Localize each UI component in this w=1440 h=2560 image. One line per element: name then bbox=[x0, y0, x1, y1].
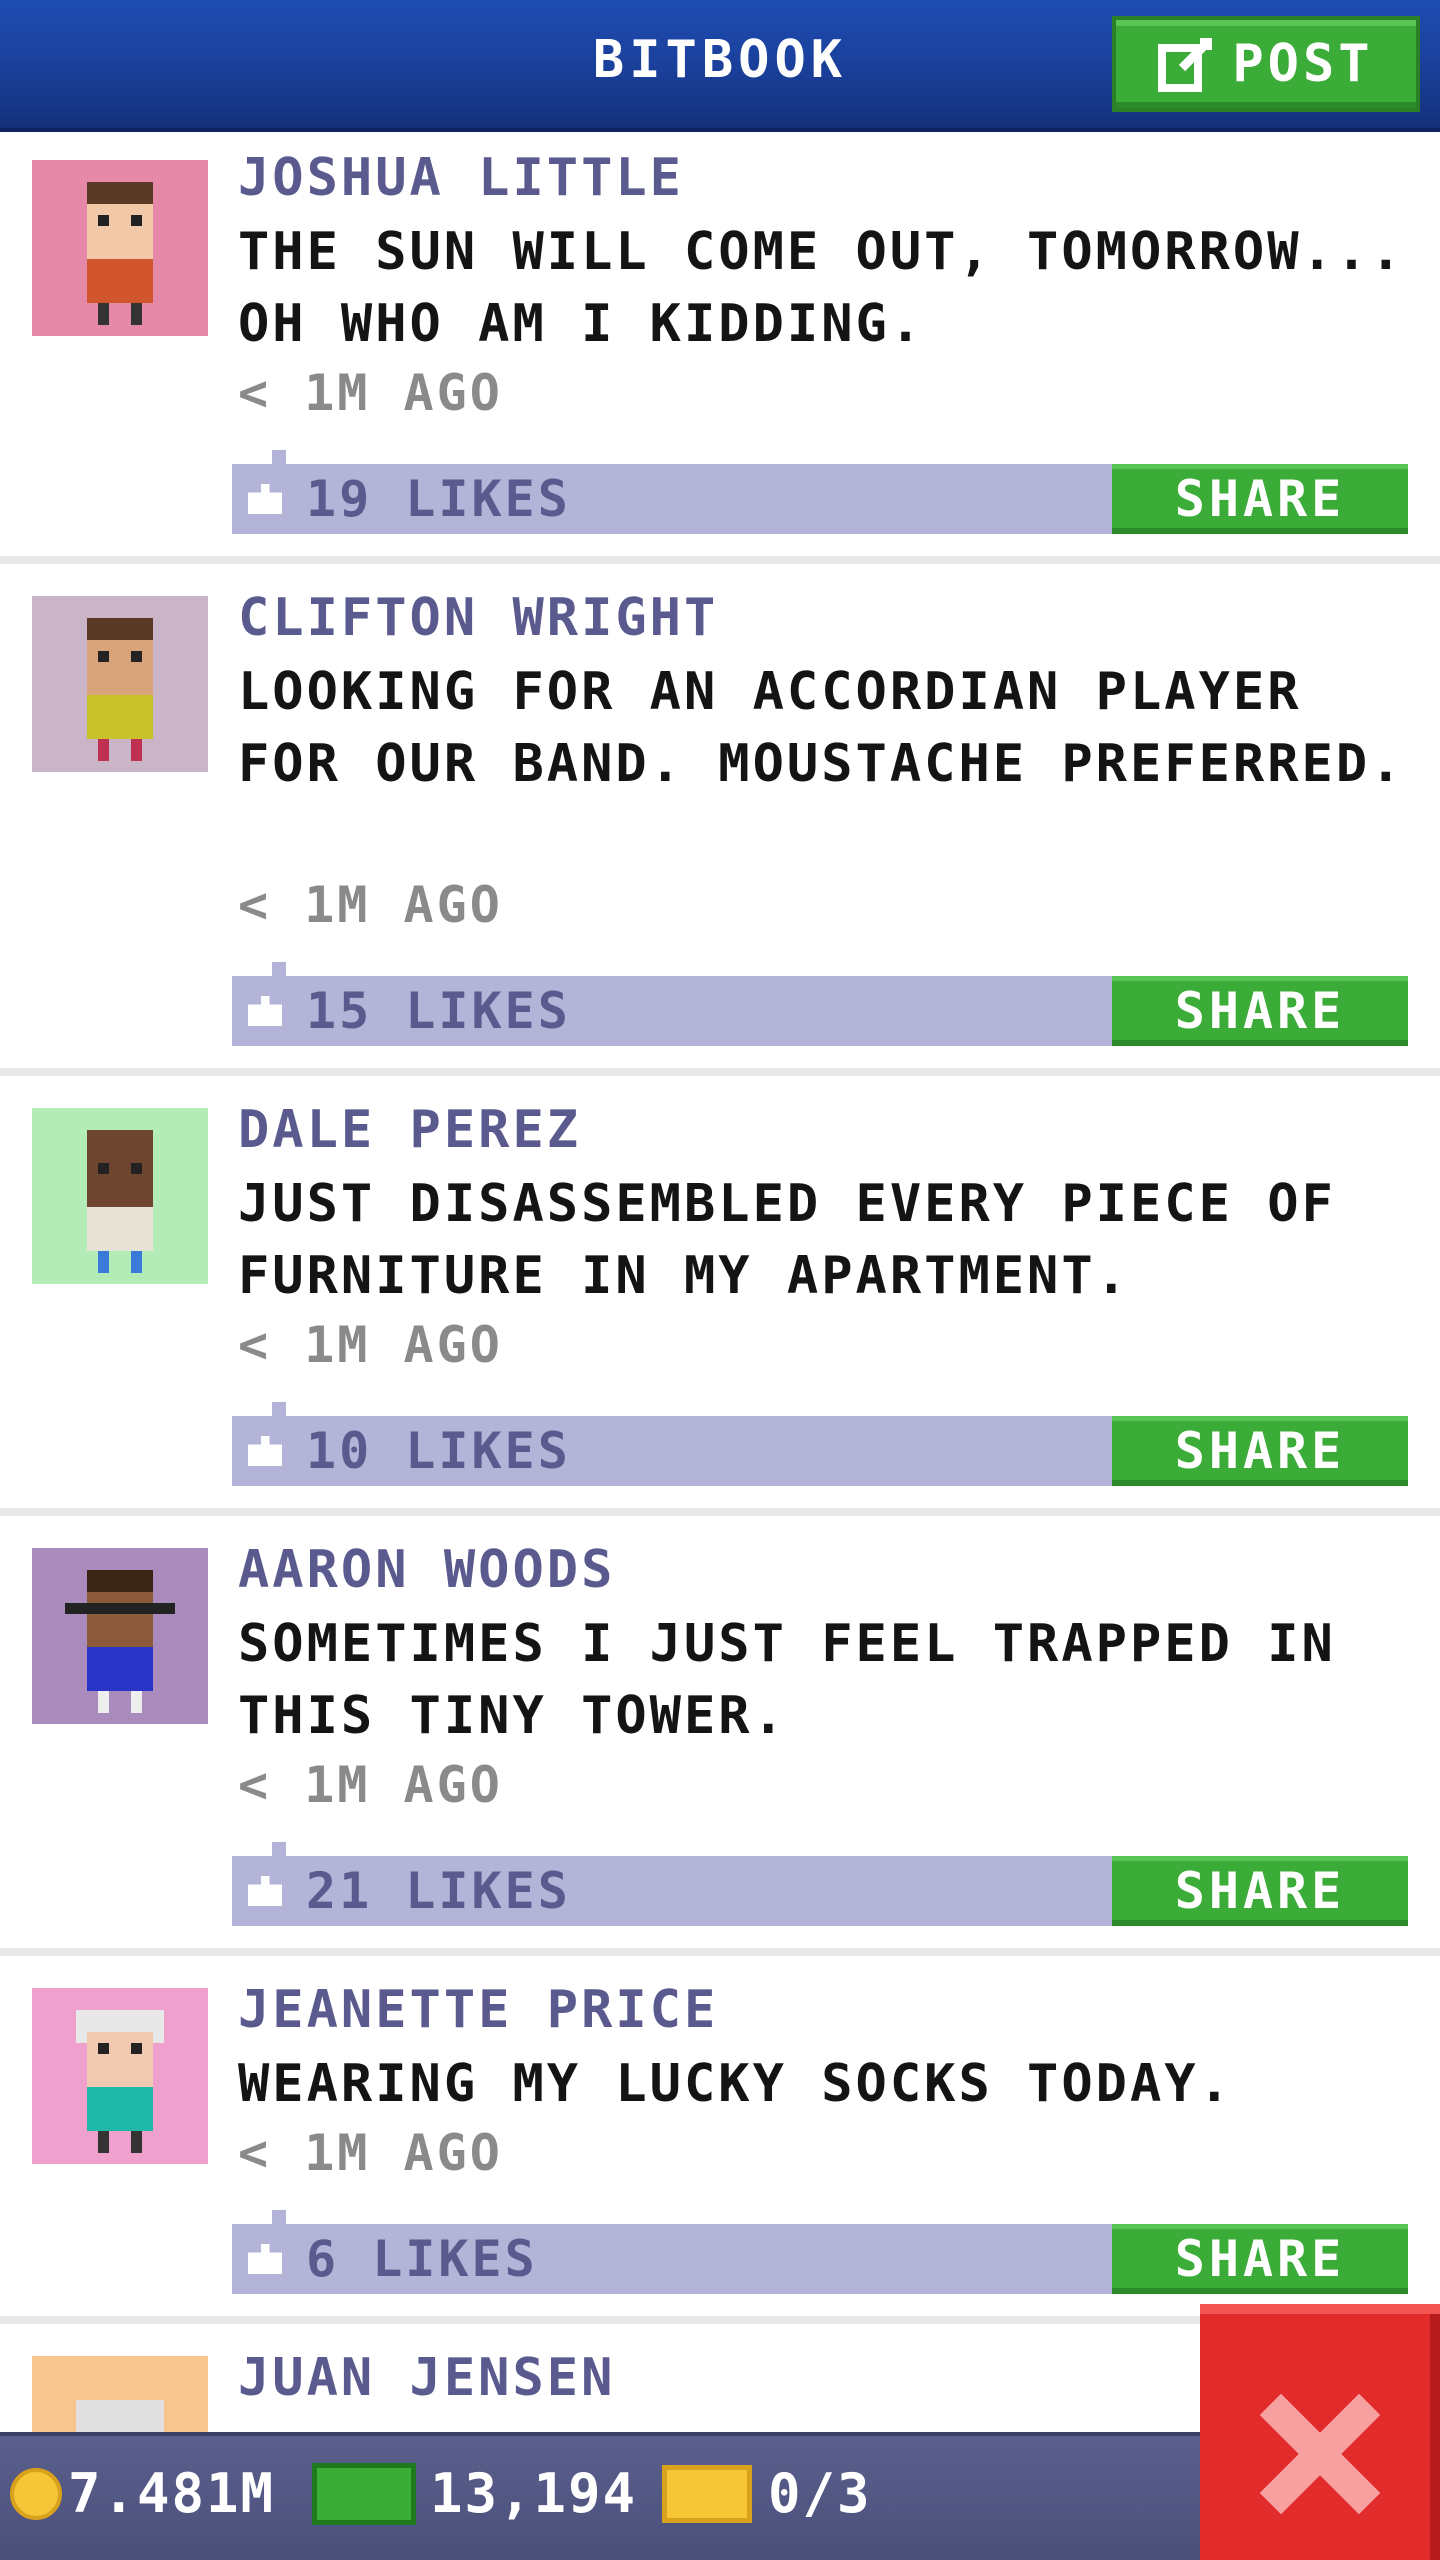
likes-bar: 6 LIKES SHARE bbox=[232, 2210, 1408, 2294]
ticket-icon bbox=[662, 2464, 752, 2523]
thumbs-up-icon[interactable] bbox=[248, 996, 282, 1026]
likes-bar: 15 LIKES SHARE bbox=[232, 962, 1408, 1046]
share-button[interactable]: SHARE bbox=[1112, 1416, 1408, 1486]
post-time: < 1M AGO bbox=[238, 876, 503, 934]
feed-post: AARON WOODS SOMETIMES I JUST FEEL TRAPPE… bbox=[0, 1516, 1440, 1956]
bux-icon bbox=[312, 2462, 416, 2525]
author-name[interactable]: JUAN JENSEN bbox=[238, 2348, 615, 2408]
likes-bar: 19 LIKES SHARE bbox=[232, 450, 1408, 534]
post-message: SOMETIMES I JUST FEEL TRAPPED IN THIS TI… bbox=[238, 1614, 1336, 1746]
author-name[interactable]: DALE PEREZ bbox=[238, 1100, 581, 1160]
post-message: THE SUN WILL COME OUT, TOMORROW... OH WH… bbox=[238, 222, 1405, 354]
avatar[interactable] bbox=[32, 1988, 208, 2164]
post-time: < 1M AGO bbox=[238, 2124, 503, 2182]
thumbs-up-icon[interactable] bbox=[248, 2244, 282, 2274]
likes-count: 6 LIKES bbox=[306, 2230, 538, 2288]
avatar[interactable] bbox=[32, 160, 208, 336]
person-avatar-icon bbox=[32, 1988, 208, 2164]
share-button[interactable]: SHARE bbox=[1112, 1856, 1408, 1926]
likes-bar: 10 LIKES SHARE bbox=[232, 1402, 1408, 1486]
share-button[interactable]: SHARE bbox=[1112, 976, 1408, 1046]
post-label: POST bbox=[1232, 34, 1374, 94]
thumbs-up-icon[interactable] bbox=[248, 1436, 282, 1466]
likes-count: 21 LIKES bbox=[306, 1862, 571, 1920]
avatar[interactable] bbox=[32, 1108, 208, 1284]
coin-icon bbox=[10, 2467, 62, 2520]
coins-value: 7.481M bbox=[68, 2462, 276, 2525]
bux-stat: 13,194 bbox=[312, 2462, 637, 2525]
close-icon bbox=[1259, 2393, 1381, 2515]
person-avatar-icon bbox=[32, 596, 208, 772]
post-message: JUST DISASSEMBLED EVERY PIECE OF FURNITU… bbox=[238, 1174, 1336, 1306]
post-button[interactable]: POST bbox=[1112, 16, 1420, 112]
tickets-value: 0/3 bbox=[768, 2462, 872, 2525]
post-message: WEARING MY LUCKY SOCKS TODAY. bbox=[238, 2054, 1233, 2114]
post-message: LOOKING FOR AN ACCORDIAN PLAYER FOR OUR … bbox=[238, 662, 1405, 794]
thumbs-up-icon[interactable] bbox=[248, 484, 282, 514]
author-name[interactable]: CLIFTON WRIGHT bbox=[238, 588, 718, 648]
share-button[interactable]: SHARE bbox=[1112, 464, 1408, 534]
person-avatar-icon bbox=[32, 1548, 208, 1724]
thumbs-up-icon[interactable] bbox=[248, 1876, 282, 1906]
feed-post: DALE PEREZ JUST DISASSEMBLED EVERY PIECE… bbox=[0, 1076, 1440, 1516]
author-name[interactable]: JOSHUA LITTLE bbox=[238, 148, 684, 208]
feed-post: CLIFTON WRIGHT LOOKING FOR AN ACCORDIAN … bbox=[0, 564, 1440, 1076]
tickets-stat: 0/3 bbox=[662, 2462, 872, 2525]
likes-count: 10 LIKES bbox=[306, 1422, 571, 1480]
post-time: < 1M AGO bbox=[238, 364, 503, 422]
person-avatar-icon bbox=[32, 160, 208, 336]
post-time: < 1M AGO bbox=[238, 1316, 503, 1374]
compose-icon bbox=[1158, 38, 1213, 92]
close-button[interactable] bbox=[1200, 2304, 1440, 2560]
share-button[interactable]: SHARE bbox=[1112, 2224, 1408, 2294]
avatar[interactable] bbox=[32, 1548, 208, 1724]
avatar[interactable] bbox=[32, 596, 208, 772]
person-avatar-icon bbox=[32, 1108, 208, 1284]
likes-count: 15 LIKES bbox=[306, 982, 571, 1040]
feed-post: JOSHUA LITTLE THE SUN WILL COME OUT, TOM… bbox=[0, 132, 1440, 564]
likes-count: 19 LIKES bbox=[306, 470, 571, 528]
author-name[interactable]: AARON WOODS bbox=[238, 1540, 615, 1600]
likes-bar: 21 LIKES SHARE bbox=[232, 1842, 1408, 1926]
post-time: < 1M AGO bbox=[238, 1756, 503, 1814]
feed-post: JEANETTE PRICE WEARING MY LUCKY SOCKS TO… bbox=[0, 1956, 1440, 2324]
coins-stat: 7.481M bbox=[10, 2462, 275, 2525]
author-name[interactable]: JEANETTE PRICE bbox=[238, 1980, 718, 2040]
top-header: BITBOOK POST bbox=[0, 0, 1440, 132]
bux-value: 13,194 bbox=[430, 2462, 638, 2525]
